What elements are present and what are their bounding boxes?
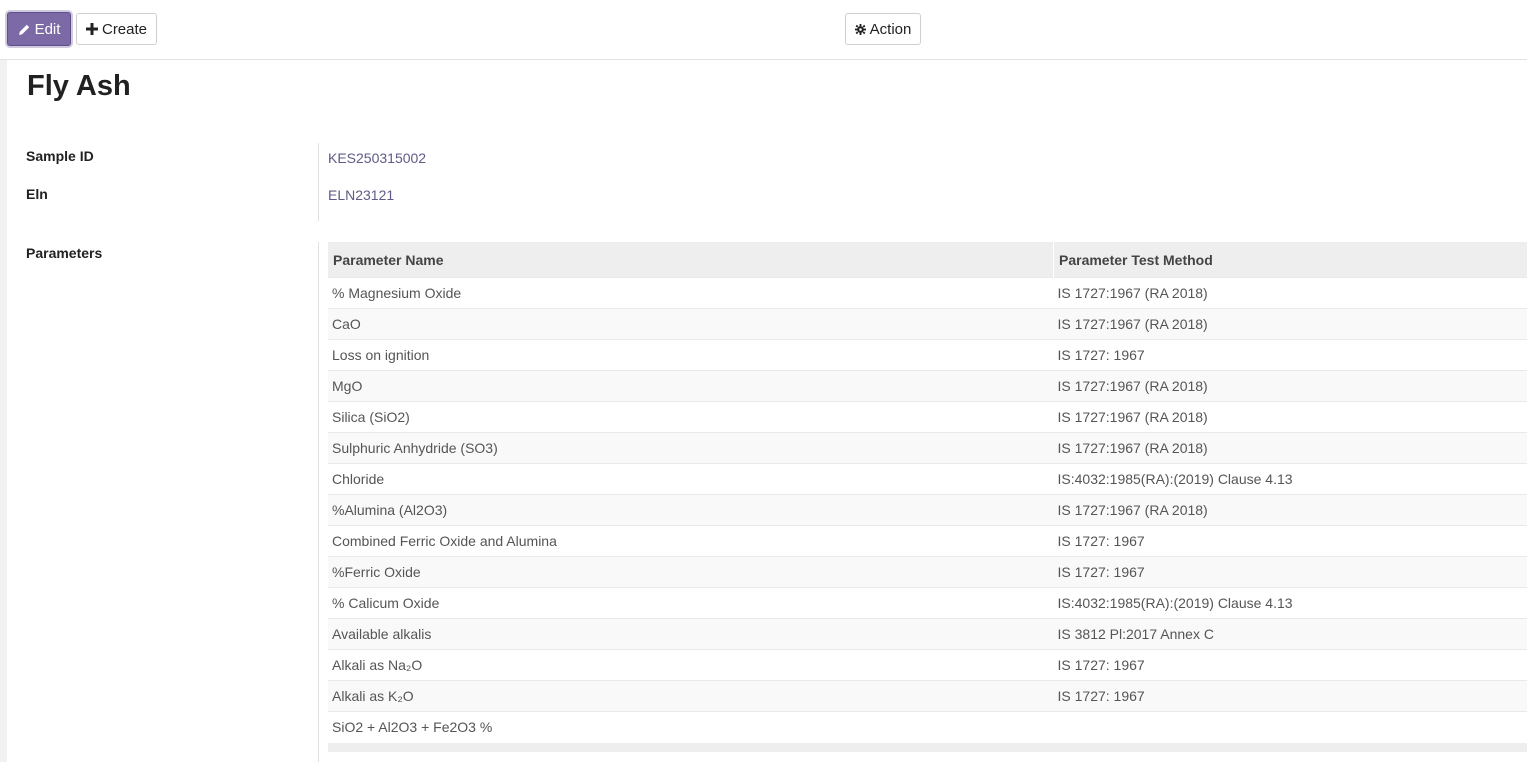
gear-icon <box>854 23 866 35</box>
parameter-name-cell: Available alkalis <box>328 618 1054 650</box>
table-row[interactable]: Sulphuric Anhydride (SO3) IS 1727:1967 (R… <box>328 432 1527 464</box>
parameter-name-cell: Alkali as K₂O <box>328 680 1054 712</box>
table-row[interactable]: Available alkalis IS 3812 Pl:2017 Annex C <box>328 618 1527 650</box>
test-method-cell: IS 1727:1967 (RA 2018) <box>1053 277 1527 309</box>
test-method-cell: IS 1727:1967 (RA 2018) <box>1053 401 1527 433</box>
parameter-name-cell: Alkali as Na₂O <box>328 649 1054 681</box>
test-method-cell: IS:4032:1985(RA):(2019) Clause 4.13 <box>1053 587 1527 619</box>
pencil-icon <box>18 23 31 36</box>
table-header-row: Parameter Name Parameter Test Method <box>328 242 1527 278</box>
parameter-name-cell: %Ferric Oxide <box>328 556 1054 588</box>
parameter-name-cell: Combined Ferric Oxide and Alumina <box>328 525 1054 557</box>
edit-button-label: Edit <box>34 20 61 38</box>
table-row[interactable]: % Magnesium Oxide IS 1727:1967 (RA 2018) <box>328 277 1527 309</box>
control-panel: Edit Create Action <box>0 0 1527 60</box>
parameter-name-cell: Loss on ignition <box>328 339 1054 371</box>
table-row[interactable]: % Calicum Oxide IS:4032:1985(RA):(2019) C… <box>328 587 1527 619</box>
create-button-label: Create <box>101 20 148 38</box>
table-row[interactable]: Combined Ferric Oxide and Alumina IS 1727… <box>328 525 1527 557</box>
table-row[interactable]: %Alumina (Al2O3) IS 1727:1967 (RA 2018) <box>328 494 1527 526</box>
create-button[interactable]: Create <box>76 13 157 45</box>
column-header-parameter-name[interactable]: Parameter Name <box>328 242 1054 278</box>
parameter-name-cell: % Magnesium Oxide <box>328 277 1054 309</box>
table-row[interactable]: Alkali as Na₂O IS 1727: 1967 <box>328 649 1527 681</box>
sample-id-value[interactable]: KES250315002 <box>328 150 426 166</box>
test-method-cell <box>1053 711 1527 742</box>
test-method-cell: IS 1727: 1967 <box>1053 525 1527 557</box>
test-method-cell: IS 1727: 1967 <box>1053 680 1527 712</box>
test-method-cell: IS 1727: 1967 <box>1053 339 1527 371</box>
field-divider <box>318 242 319 762</box>
parameter-name-cell: Chloride <box>328 463 1054 495</box>
table-footer <box>328 743 1527 752</box>
table-row[interactable]: CaO IS 1727:1967 (RA 2018) <box>328 308 1527 340</box>
eln-value[interactable]: ELN23121 <box>328 187 394 203</box>
parameter-name-cell: %Alumina (Al2O3) <box>328 494 1054 526</box>
table-row[interactable]: Loss on ignition IS 1727: 1967 <box>328 339 1527 371</box>
parameter-name-cell: MgO <box>328 370 1054 402</box>
table-row[interactable]: Alkali as K₂O IS 1727: 1967 <box>328 680 1527 712</box>
table-row[interactable]: MgO IS 1727:1967 (RA 2018) <box>328 370 1527 402</box>
test-method-cell: IS 1727:1967 (RA 2018) <box>1053 432 1527 464</box>
parameter-name-cell: Sulphuric Anhydride (SO3) <box>328 432 1054 464</box>
action-button-label: Action <box>869 20 912 38</box>
test-method-cell: IS 1727:1967 (RA 2018) <box>1053 494 1527 526</box>
column-header-test-method[interactable]: Parameter Test Method <box>1053 242 1527 278</box>
test-method-cell: IS 1727: 1967 <box>1053 649 1527 681</box>
test-method-cell: IS 1727:1967 (RA 2018) <box>1053 370 1527 402</box>
table-row[interactable]: %Ferric Oxide IS 1727: 1967 <box>328 556 1527 588</box>
test-method-cell: IS 1727: 1967 <box>1053 556 1527 588</box>
table-row[interactable]: SiO2 + Al2O3 + Fe2O3 % <box>328 711 1527 742</box>
table-row[interactable]: Silica (SiO2) IS 1727:1967 (RA 2018) <box>328 401 1527 433</box>
parameters-label: Parameters <box>26 245 103 261</box>
edit-button[interactable]: Edit <box>7 12 71 46</box>
parameters-table: Parameter Name Parameter Test Method % M… <box>328 242 1527 742</box>
field-divider <box>318 143 319 221</box>
sample-id-label: Sample ID <box>26 148 94 164</box>
parameter-name-cell: % Calicum Oxide <box>328 587 1054 619</box>
table-row[interactable]: Chloride IS:4032:1985(RA):(2019) Clause 4… <box>328 463 1527 495</box>
eln-label: Eln <box>26 186 48 202</box>
plus-icon <box>85 23 98 35</box>
record-title: Fly Ash <box>27 70 131 102</box>
parameter-name-cell: CaO <box>328 308 1054 340</box>
parameter-name-cell: SiO2 + Al2O3 + Fe2O3 % <box>328 711 1054 742</box>
action-dropdown-button[interactable]: Action <box>845 13 921 45</box>
parameter-name-cell: Silica (SiO2) <box>328 401 1054 433</box>
test-method-cell: IS 3812 Pl:2017 Annex C <box>1053 618 1527 650</box>
test-method-cell: IS 1727:1967 (RA 2018) <box>1053 308 1527 340</box>
test-method-cell: IS:4032:1985(RA):(2019) Clause 4.13 <box>1053 463 1527 495</box>
